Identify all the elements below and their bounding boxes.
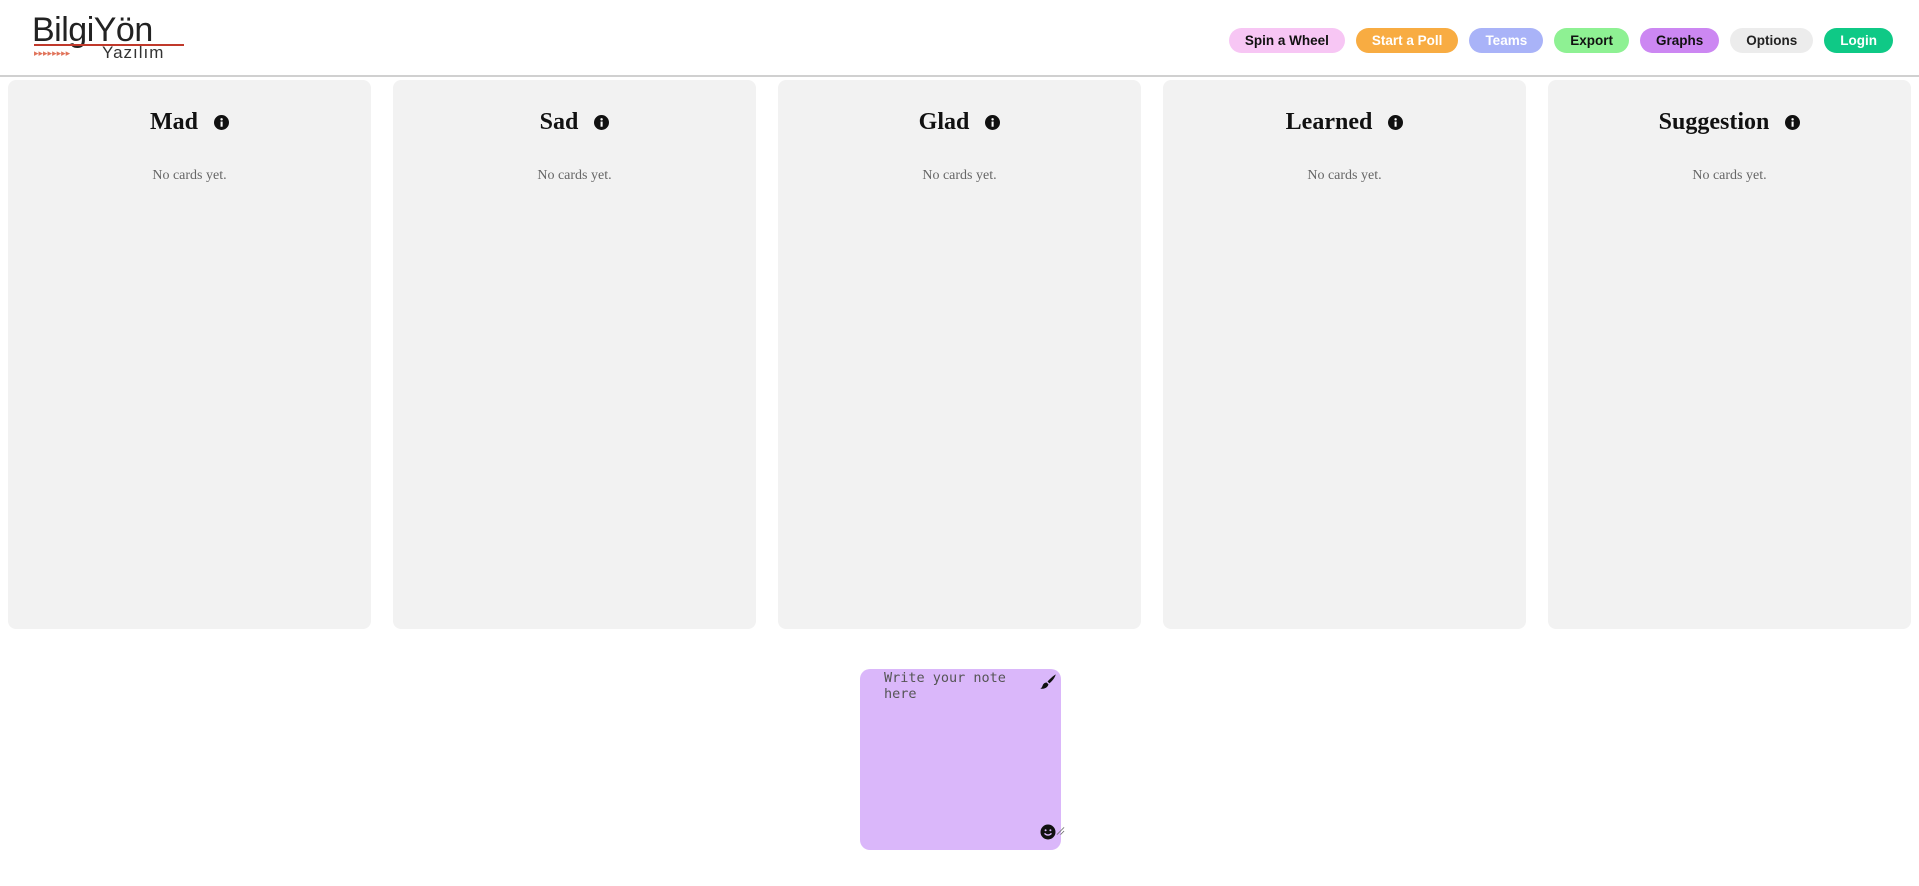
info-icon[interactable] xyxy=(214,114,229,130)
export-button[interactable]: Export xyxy=(1554,28,1629,53)
info-icon[interactable] xyxy=(985,114,1001,130)
empty-message: No cards yet. xyxy=(922,168,997,183)
brush-icon[interactable] xyxy=(1039,673,1057,691)
empty-message: No cards yet. xyxy=(537,168,612,183)
column-suggestion[interactable]: Suggestion No cards yet. xyxy=(1548,80,1911,629)
column-mad[interactable]: Mad No cards yet. xyxy=(8,80,371,629)
column-title: Sad xyxy=(539,109,579,135)
column-title: Suggestion xyxy=(1658,109,1770,135)
start-poll-button[interactable]: Start a Poll xyxy=(1355,28,1459,53)
header: BilgiYön ▸▸▸▸▸▸▸▸ Yazılım Spin a Wheel S… xyxy=(0,0,1919,77)
column-header: Sad xyxy=(393,107,756,137)
info-icon[interactable] xyxy=(1388,114,1404,130)
column-sad[interactable]: Sad No cards yet. xyxy=(393,80,756,629)
empty-message: No cards yet. xyxy=(1692,168,1767,183)
column-title: Glad xyxy=(918,109,970,135)
resize-handle-icon[interactable] xyxy=(1056,826,1065,836)
emoji-icon[interactable] xyxy=(1040,824,1056,840)
spin-wheel-button[interactable]: Spin a Wheel xyxy=(1228,28,1345,53)
info-icon[interactable] xyxy=(594,114,610,130)
column-header: Mad xyxy=(8,107,371,137)
new-note-card xyxy=(860,669,1065,850)
bilgiyon-logo[interactable]: BilgiYön ▸▸▸▸▸▸▸▸ Yazılım xyxy=(32,11,187,62)
teams-button[interactable]: Teams xyxy=(1469,28,1544,53)
logo-arrows: ▸▸▸▸▸▸▸▸ xyxy=(34,49,71,59)
top-nav: Spin a Wheel Start a Poll Teams Export G… xyxy=(1228,28,1893,53)
column-header: Learned xyxy=(1163,107,1526,137)
column-header: Suggestion xyxy=(1548,107,1911,137)
empty-message: No cards yet. xyxy=(152,168,227,183)
logo-subtitle: Yazılım xyxy=(102,43,165,62)
column-learned[interactable]: Learned No cards yet. xyxy=(1163,80,1526,629)
column-header: Glad xyxy=(778,107,1141,137)
column-glad[interactable]: Glad No cards yet. xyxy=(778,80,1141,629)
login-button[interactable]: Login xyxy=(1824,28,1893,53)
column-title: Learned xyxy=(1285,109,1373,135)
note-input[interactable] xyxy=(860,669,1061,850)
board-columns: Mad No cards yet. Sad No cards yet. Glad… xyxy=(8,80,1911,629)
column-title: Mad xyxy=(150,109,198,135)
options-button[interactable]: Options xyxy=(1730,28,1814,53)
empty-message: No cards yet. xyxy=(1307,168,1382,183)
graphs-button[interactable]: Graphs xyxy=(1639,28,1720,53)
info-icon[interactable] xyxy=(1785,114,1801,130)
